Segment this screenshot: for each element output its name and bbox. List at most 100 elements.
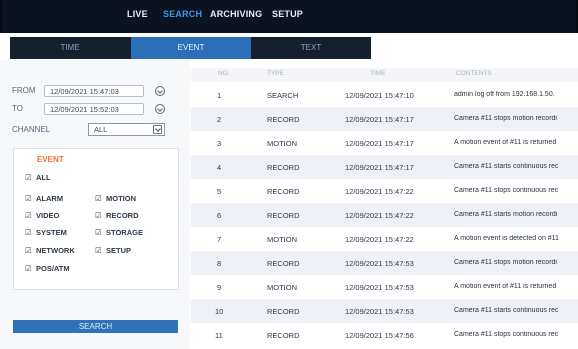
cell-no: 8 — [217, 259, 222, 268]
table-header: NO. TYPE TIME CONTENTS — [191, 68, 578, 82]
header-time: TIME — [370, 70, 386, 77]
checkbox-system[interactable]: ☑ SYSTEM — [25, 228, 67, 237]
checkbox-checked-icon[interactable]: ☑ — [25, 228, 34, 237]
nav-setup[interactable]: SETUP — [272, 9, 303, 19]
cell-time: 12/09/2021 15:47:10 — [345, 91, 414, 100]
tab-time[interactable]: TIME — [10, 37, 130, 59]
channel-label: CHANNEL — [12, 125, 51, 134]
checkbox-record-label: RECORD — [106, 211, 139, 220]
cell-time: 12/09/2021 15:47:53 — [345, 259, 414, 268]
checkbox-network[interactable]: ☑ NETWORK — [25, 246, 75, 255]
nav-search[interactable]: SEARCH — [163, 9, 202, 19]
table-row[interactable]: 3 MOTION 12/09/2021 15:47:17 A motion ev… — [191, 131, 578, 155]
cell-no: 6 — [217, 211, 222, 220]
results-table: NO. TYPE TIME CONTENTS 1 SEARCH 12/09/20… — [191, 60, 578, 349]
cell-contents: Camera #11 stops motion recordi — [454, 259, 557, 266]
cell-no: 1 — [217, 91, 222, 100]
cell-contents: Camera #11 starts continuous rec — [454, 163, 559, 170]
from-datetime-field[interactable]: 12/09/2021 15:47:03 — [44, 85, 144, 97]
cell-time: 12/09/2021 15:47:53 — [345, 307, 414, 316]
channel-select[interactable]: ALL — [88, 123, 165, 136]
checkbox-checked-icon[interactable]: ☑ — [25, 246, 34, 255]
cell-contents: Camera #11 stops continuous rec — [454, 187, 559, 194]
cell-contents: A motion event of #11 is returned — [454, 139, 557, 146]
table-row[interactable]: 10 RECORD 12/09/2021 15:47:53 Camera #11… — [191, 299, 578, 323]
cell-contents: Camera #11 starts motion recordi — [454, 211, 558, 218]
cell-type: SEARCH — [267, 91, 299, 100]
to-label: TO — [12, 104, 23, 113]
table-row[interactable]: 9 MOTION 12/09/2021 15:47:53 A motion ev… — [191, 275, 578, 299]
checkbox-alarm-label: ALARM — [36, 194, 64, 203]
cell-type: RECORD — [267, 331, 300, 340]
checkbox-setup[interactable]: ☑ SETUP — [95, 246, 131, 255]
cell-contents: admin log off from 192.168.1.50. — [454, 91, 555, 98]
checkbox-pos-atm-label: POS/ATM — [36, 264, 70, 273]
cell-contents: A motion event is detected on #11 — [454, 235, 559, 242]
chevron-down-icon[interactable] — [153, 125, 162, 134]
cell-time: 12/09/2021 15:47:56 — [345, 331, 414, 340]
checkbox-all-label: ALL — [36, 173, 51, 182]
table-row[interactable]: 7 MOTION 12/09/2021 15:47:22 A motion ev… — [191, 227, 578, 251]
nav-archiving[interactable]: ARCHIVING — [210, 9, 262, 19]
to-datetime-field[interactable]: 12/09/2021 15:52:03 — [44, 103, 144, 115]
cell-time: 12/09/2021 15:47:22 — [345, 211, 414, 220]
nav-live[interactable]: LIVE — [127, 9, 148, 19]
cell-no: 9 — [217, 283, 222, 292]
checkbox-storage[interactable]: ☑ STORAGE — [95, 228, 143, 237]
to-calendar-dropdown-icon[interactable] — [155, 104, 165, 114]
cell-no: 5 — [217, 187, 222, 196]
table-row[interactable]: 4 RECORD 12/09/2021 15:47:17 Camera #11 … — [191, 155, 578, 179]
channel-select-value: ALL — [94, 125, 108, 134]
table-row[interactable]: 11 RECORD 12/09/2021 15:47:56 Camera #11… — [191, 323, 578, 347]
checkbox-checked-icon[interactable]: ☑ — [95, 246, 104, 255]
cell-type: MOTION — [267, 283, 297, 292]
table-row[interactable]: 1 SEARCH 12/09/2021 15:47:10 admin log o… — [191, 83, 578, 107]
from-calendar-dropdown-icon[interactable] — [155, 86, 165, 96]
cell-type: RECORD — [267, 187, 300, 196]
cell-type: MOTION — [267, 235, 297, 244]
checkbox-checked-icon[interactable]: ☑ — [25, 194, 34, 203]
cell-contents: Camera #11 stops continuous rec — [454, 331, 559, 338]
top-nav-inner: LIVE SEARCH ARCHIVING SETUP — [2, 0, 576, 33]
checkbox-checked-icon[interactable]: ☑ — [95, 194, 104, 203]
search-button[interactable]: SEARCH — [13, 320, 178, 333]
checkbox-checked-icon[interactable]: ☑ — [25, 264, 34, 273]
checkbox-checked-icon[interactable]: ☑ — [25, 173, 34, 182]
cell-no: 10 — [215, 307, 224, 316]
checkbox-all[interactable]: ☑ ALL — [25, 173, 51, 182]
table-row[interactable]: 2 RECORD 12/09/2021 15:47:17 Camera #11 … — [191, 107, 578, 131]
cell-type: MOTION — [267, 139, 297, 148]
checkbox-checked-icon[interactable]: ☑ — [95, 228, 104, 237]
table-row[interactable]: 6 RECORD 12/09/2021 15:47:22 Camera #11 … — [191, 203, 578, 227]
checkbox-motion[interactable]: ☑ MOTION — [95, 194, 136, 203]
cell-type: RECORD — [267, 307, 300, 316]
checkbox-motion-label: MOTION — [106, 194, 136, 203]
cell-time: 12/09/2021 15:47:17 — [345, 163, 414, 172]
tab-event[interactable]: EVENT — [131, 37, 251, 59]
cell-contents: Camera #11 starts continuous rec — [454, 307, 559, 314]
table-row[interactable]: 8 RECORD 12/09/2021 15:47:53 Camera #11 … — [191, 251, 578, 275]
cell-contents: A motion event of #11 is returned — [454, 283, 557, 290]
tab-text[interactable]: TEXT — [251, 37, 371, 59]
cell-type: RECORD — [267, 163, 300, 172]
checkbox-checked-icon[interactable]: ☑ — [95, 211, 104, 220]
checkbox-video-label: VIDEO — [36, 211, 60, 220]
cell-no: 3 — [217, 139, 222, 148]
checkbox-system-label: SYSTEM — [36, 228, 67, 237]
checkbox-setup-label: SETUP — [106, 246, 132, 255]
cell-no: 2 — [217, 115, 222, 124]
cell-time: 12/09/2021 15:47:17 — [345, 139, 414, 148]
cell-type: RECORD — [267, 115, 300, 124]
header-contents: CONTENTS — [456, 70, 492, 77]
checkbox-checked-icon[interactable]: ☑ — [25, 211, 34, 220]
checkbox-video[interactable]: ☑ VIDEO — [25, 211, 59, 220]
checkbox-pos-atm[interactable]: ☑ POS/ATM — [25, 264, 70, 273]
top-nav-bar: LIVE SEARCH ARCHIVING SETUP — [0, 0, 578, 33]
checkbox-storage-label: STORAGE — [106, 228, 143, 237]
checkbox-record[interactable]: ☑ RECORD — [95, 211, 139, 220]
cell-type: RECORD — [267, 211, 300, 220]
cell-type: RECORD — [267, 259, 300, 268]
table-row[interactable]: 5 RECORD 12/09/2021 15:47:22 Camera #11 … — [191, 179, 578, 203]
header-no: NO. — [218, 70, 230, 77]
checkbox-alarm[interactable]: ☑ ALARM — [25, 194, 63, 203]
